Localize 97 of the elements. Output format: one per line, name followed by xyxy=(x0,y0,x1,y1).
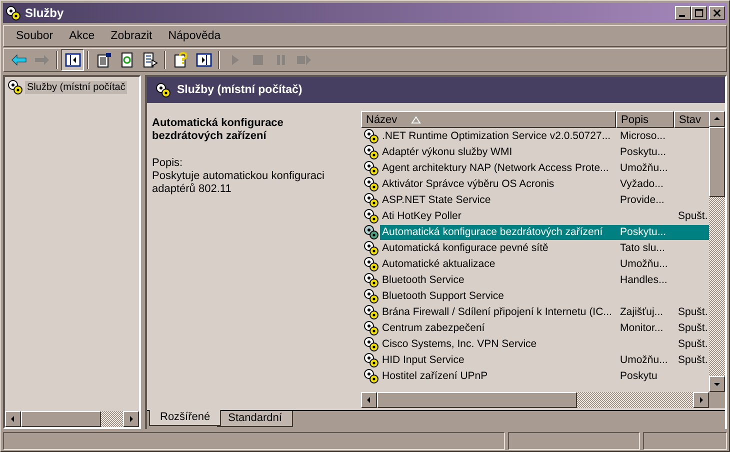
service-name: Automatická konfigurace pevné sítě xyxy=(381,242,550,254)
description-text: Poskytuje automatickou konfiguraci adaptérů 802.11 xyxy=(152,170,326,196)
gears-icon xyxy=(363,144,379,160)
service-description: Tato slu... xyxy=(620,242,665,254)
service-status: Spušt. xyxy=(678,306,708,318)
gears-icon xyxy=(363,240,379,256)
service-description: Umožňu... xyxy=(620,258,668,270)
service-name: Agent architektury NAP (Network Access Prote... xyxy=(381,162,610,174)
menu-item[interactable]: Zobrazit xyxy=(102,30,160,42)
gears-icon xyxy=(7,79,23,95)
gears-icon xyxy=(363,288,379,304)
gears-icon xyxy=(363,320,379,336)
service-name: Adaptér výkonu služby WMI xyxy=(381,146,514,158)
minimize-icon xyxy=(678,15,684,17)
service-description: Microso... xyxy=(620,130,666,142)
right-arrow-icon xyxy=(697,396,705,404)
scroll-thumb[interactable] xyxy=(377,392,577,408)
pane-icon xyxy=(196,52,212,68)
service-name: Ati HotKey Poller xyxy=(381,210,462,222)
gears-icon xyxy=(363,176,379,192)
service-status: Spušt. xyxy=(678,338,708,350)
left-arrow-icon xyxy=(365,396,373,404)
service-description: Monitor... xyxy=(620,322,664,334)
menu-item[interactable]: Nápověda xyxy=(160,30,229,42)
horizontal-scrollbar[interactable] xyxy=(361,392,725,408)
gears-icon xyxy=(363,272,379,288)
left-arrow-icon xyxy=(9,415,17,423)
maximize-button[interactable] xyxy=(691,6,707,20)
vertical-scrollbar[interactable] xyxy=(709,111,725,392)
menu-item[interactable]: Akce xyxy=(61,30,103,42)
view-tab[interactable]: Rozšířené xyxy=(149,410,222,426)
column-header[interactable]: Popis xyxy=(616,111,674,128)
help-icon xyxy=(172,52,188,68)
service-status: Spušt. xyxy=(678,210,708,222)
left-arrow-icon xyxy=(10,52,26,68)
view-tab[interactable]: Standardní xyxy=(217,411,293,427)
description-label: Popis: xyxy=(152,157,184,170)
gears-icon xyxy=(363,192,379,208)
service-name: Automatické aktualizace xyxy=(381,258,496,270)
tree-toggle-button[interactable] xyxy=(61,49,84,71)
service-name: .NET Runtime Optimization Service v2.0.50727... xyxy=(381,130,612,142)
service-name: Aktivátor Správce výběru OS Acronis xyxy=(381,178,556,190)
restart-icon xyxy=(296,52,312,68)
service-name: Centrum zabezpečení xyxy=(381,322,486,334)
gears-icon xyxy=(363,368,379,384)
down-arrow-icon xyxy=(713,380,721,388)
service-name: Cisco Systems, Inc. VPN Service xyxy=(381,338,538,350)
gears-icon xyxy=(363,336,379,352)
close-button[interactable] xyxy=(709,6,725,20)
service-name: Brána Firewall / Sdílení připojení k Internetu (IC... xyxy=(381,306,613,318)
service-name: Hostitel zařízení UPnP xyxy=(381,370,489,382)
maximize-icon xyxy=(694,8,704,18)
scroll-thumb[interactable] xyxy=(709,127,725,197)
gears-icon xyxy=(363,128,379,144)
horizontal-scrollbar[interactable] xyxy=(5,411,139,427)
column-header[interactable]: Stav xyxy=(674,111,709,128)
scrollbar-corner xyxy=(709,392,725,408)
gears-icon xyxy=(363,224,379,240)
menu-item[interactable]: Soubor xyxy=(8,30,62,42)
refresh-icon xyxy=(118,52,134,68)
right-arrow-icon xyxy=(127,415,135,423)
document-icon xyxy=(96,52,112,68)
service-description: Vyžado... xyxy=(620,178,664,190)
service-description: Umožňu... xyxy=(620,354,668,366)
gears-icon xyxy=(363,208,379,224)
service-status: Spušt. xyxy=(678,322,708,334)
right-arrow-icon xyxy=(34,52,50,68)
tree-item[interactable]: Služby (místní počítač xyxy=(25,80,128,94)
gears-icon xyxy=(363,352,379,368)
service-description: Poskytu... xyxy=(620,146,666,158)
service-name: Bluetooth Service xyxy=(381,274,466,286)
gears-icon xyxy=(155,82,171,98)
service-name: Bluetooth Support Service xyxy=(381,290,505,302)
gears-icon xyxy=(363,160,379,176)
service-title: Automatická konfigurace bezdrátových zařízení xyxy=(152,117,284,143)
service-description: Umožňu... xyxy=(620,162,668,174)
service-description: Handles... xyxy=(620,274,668,286)
document-arrow-icon xyxy=(142,52,158,68)
minimize-button[interactable] xyxy=(675,6,691,20)
gears-icon xyxy=(5,5,21,21)
gears-icon xyxy=(363,304,379,320)
scroll-thumb[interactable] xyxy=(21,411,101,427)
up-arrow-icon xyxy=(713,115,721,123)
pane-title: Služby (místní počítač) xyxy=(177,84,302,96)
window-title: Služby xyxy=(25,6,65,20)
service-description: Zajišťuj... xyxy=(620,306,664,318)
service-name: HID Input Service xyxy=(381,354,466,366)
close-icon xyxy=(712,8,722,18)
service-name: ASP.NET State Service xyxy=(381,194,492,206)
service-description: Poskytu... xyxy=(620,226,666,238)
pane-icon xyxy=(64,52,80,68)
service-status: Spušt. xyxy=(678,354,708,366)
service-description: Poskytu xyxy=(620,370,658,382)
service-name: Automatická konfigurace bezdrátových zařízení xyxy=(381,226,604,238)
gears-icon xyxy=(363,256,379,272)
column-header[interactable]: Název xyxy=(361,111,616,128)
service-description: Provide... xyxy=(620,194,664,206)
